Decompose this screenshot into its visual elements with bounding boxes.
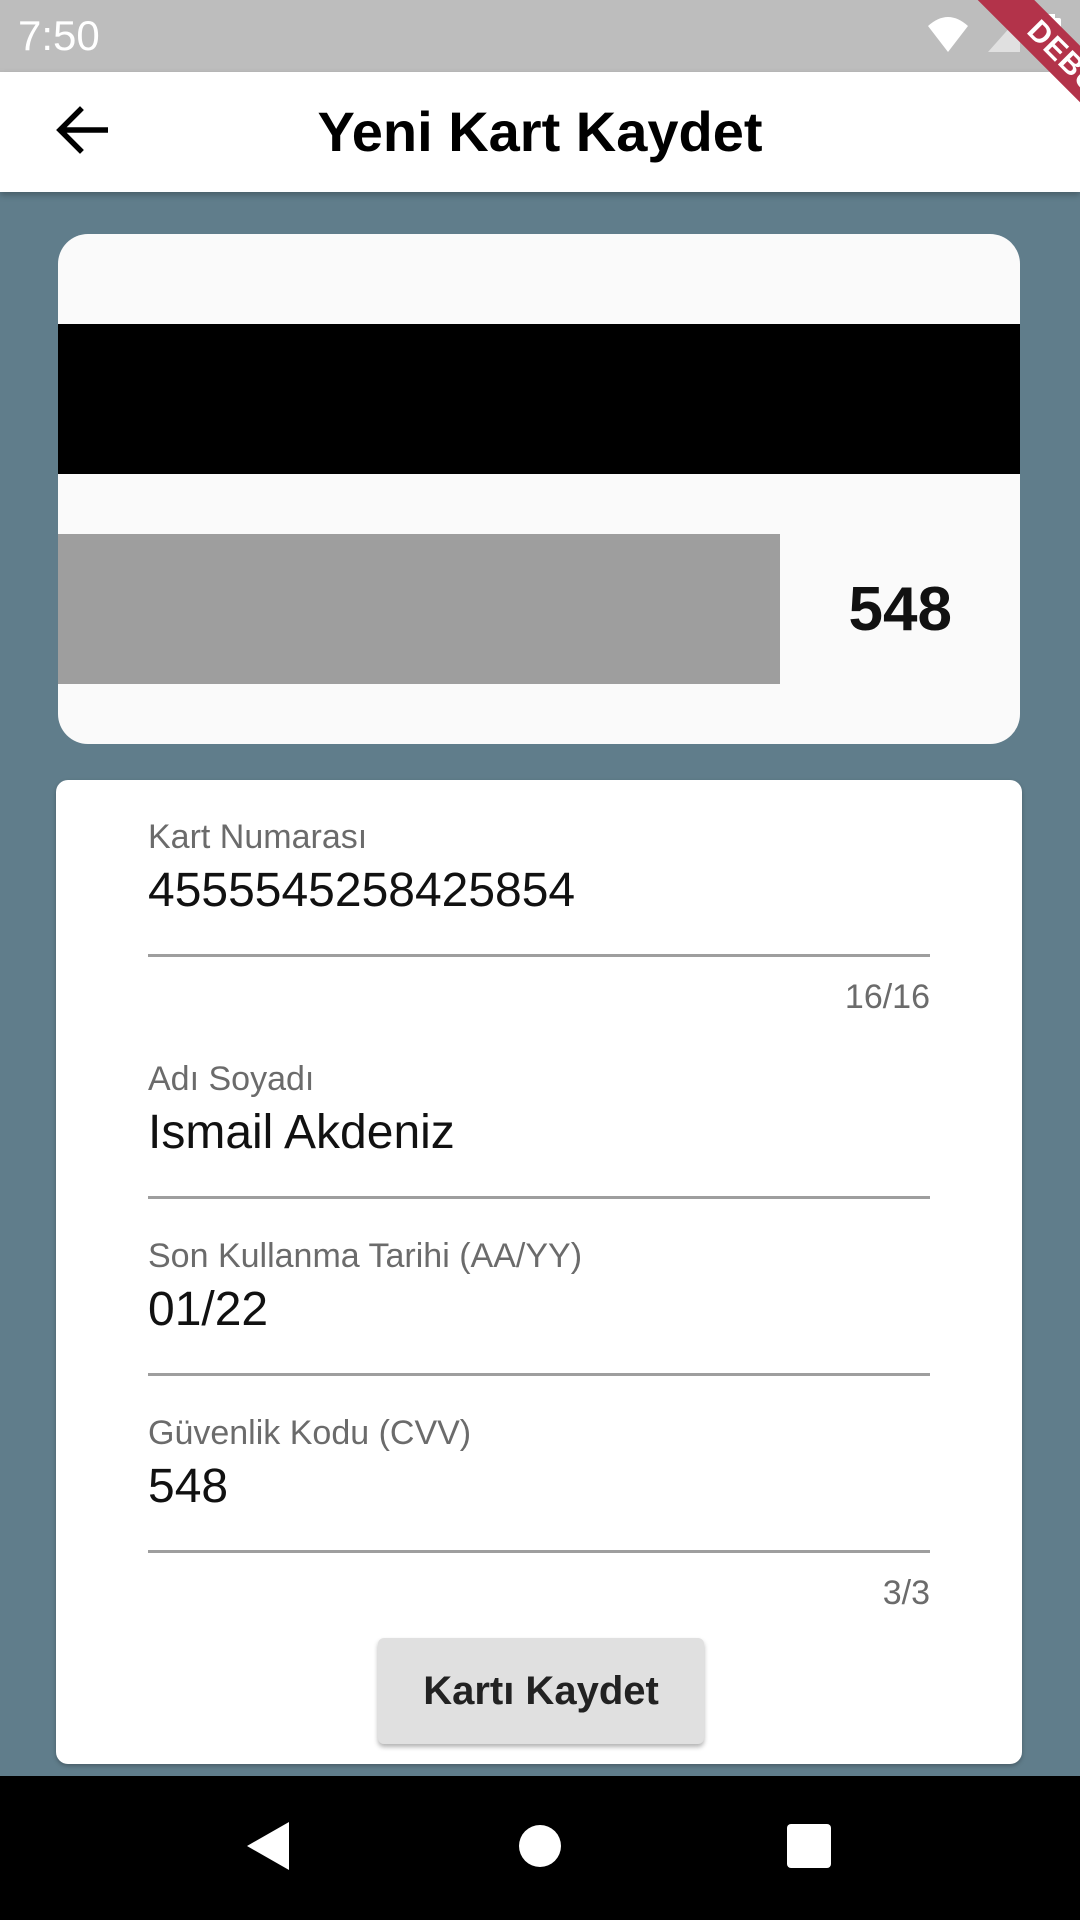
nav-back-button[interactable] — [226, 1806, 310, 1890]
save-card-button[interactable]: Kartı Kaydet — [378, 1638, 704, 1744]
name-field[interactable]: Adı Soyadı Ismail Akdeniz — [148, 1060, 930, 1199]
name-label: Adı Soyadı — [148, 1060, 315, 1098]
signature-strip — [58, 534, 780, 684]
name-input[interactable]: Ismail Akdeniz — [148, 1105, 930, 1160]
status-time: 7:50 — [18, 12, 100, 59]
back-triangle-icon — [243, 1820, 293, 1877]
expiry-input[interactable]: 01/22 — [148, 1282, 930, 1337]
cvv-counter: 3/3 — [882, 1574, 930, 1612]
battery-icon — [1038, 14, 1062, 54]
card-cvv-display: 548 — [848, 575, 952, 644]
status-icons — [926, 14, 1062, 54]
card-back-preview: 548 — [58, 234, 1020, 744]
wifi-icon — [926, 14, 970, 54]
card-number-input[interactable]: 4555545258425854 — [148, 863, 930, 918]
card-form: Kart Numarası 4555545258425854 16/16 Adı… — [56, 780, 1022, 1764]
status-bar: 7:50 — [0, 0, 1080, 72]
cvv-field[interactable]: Güvenlik Kodu (CVV) 548 3/3 — [148, 1414, 930, 1612]
recents-square-icon — [786, 1823, 832, 1874]
nav-home-button[interactable] — [498, 1806, 582, 1890]
expiry-label: Son Kullanma Tarihi (AA/YY) — [148, 1237, 583, 1275]
arrow-back-icon — [56, 105, 109, 159]
home-circle-icon — [517, 1823, 563, 1874]
system-nav-bar — [0, 1776, 1080, 1920]
page-title: Yeni Kart Kaydet — [317, 100, 763, 163]
cvv-label: Güvenlik Kodu (CVV) — [148, 1414, 472, 1452]
card-number-underline — [148, 954, 930, 957]
card-number-label: Kart Numarası — [148, 818, 368, 856]
app-bar: Yeni Kart Kaydet — [0, 72, 1080, 192]
card-number-field[interactable]: Kart Numarası 4555545258425854 16/16 — [148, 818, 930, 1016]
expiry-field[interactable]: Son Kullanma Tarihi (AA/YY) 01/22 — [148, 1237, 930, 1376]
magnetic-stripe — [58, 324, 1020, 474]
back-button[interactable] — [44, 94, 120, 170]
nav-recents-button[interactable] — [767, 1806, 851, 1890]
cvv-input[interactable]: 548 — [148, 1459, 930, 1514]
card-number-counter: 16/16 — [844, 978, 930, 1016]
name-underline — [148, 1196, 930, 1199]
signal-icon — [986, 14, 1022, 54]
expiry-underline — [148, 1373, 930, 1376]
cvv-underline — [148, 1550, 930, 1553]
